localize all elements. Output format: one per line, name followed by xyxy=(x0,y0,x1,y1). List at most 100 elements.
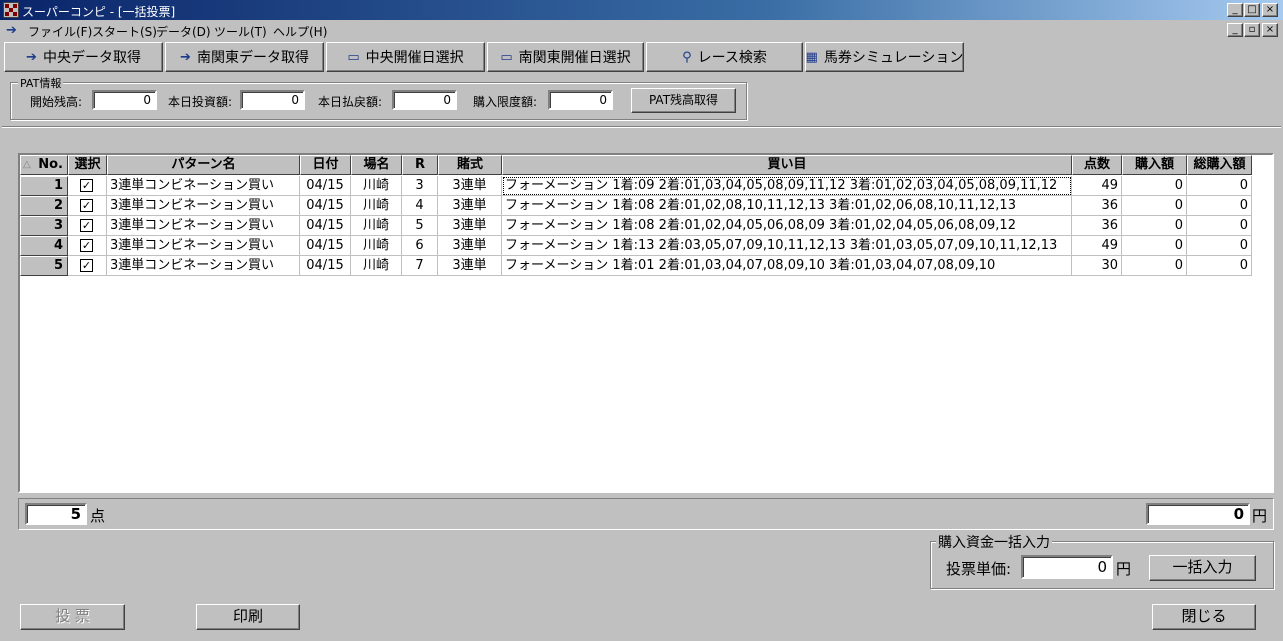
menu-start[interactable]: スタート(S) xyxy=(92,23,157,40)
vote-button[interactable]: 投 票 xyxy=(20,604,125,630)
points-cell[interactable]: 49 xyxy=(1072,236,1122,256)
venue-cell[interactable]: 川崎 xyxy=(351,176,402,196)
race-cell[interactable]: 7 xyxy=(402,256,438,276)
toolbar-minamikanto-date-button[interactable]: ▭ 南関東開催日選択 xyxy=(487,42,644,72)
select-checkbox[interactable]: ✓ xyxy=(80,259,93,272)
toolbar-simulation-button[interactable]: ▦ 馬券シミュレーション xyxy=(805,42,964,72)
row-number: 1 xyxy=(20,176,68,196)
col-header-select[interactable]: 選択 xyxy=(68,155,107,175)
date-cell[interactable]: 04/15 xyxy=(300,236,351,256)
select-cell: ✓ xyxy=(68,216,107,236)
col-header-pattern[interactable]: パターン名 xyxy=(107,155,300,175)
col-header-points[interactable]: 点数 xyxy=(1072,155,1122,175)
col-header-amount[interactable]: 購入額 xyxy=(1122,155,1187,175)
limit-field[interactable]: 0 xyxy=(548,90,613,110)
date-cell[interactable]: 04/15 xyxy=(300,216,351,236)
total-cell[interactable]: 0 xyxy=(1187,256,1252,276)
points-cell[interactable]: 49 xyxy=(1072,176,1122,196)
select-checkbox[interactable]: ✓ xyxy=(80,239,93,252)
close-window-button[interactable]: × xyxy=(1262,3,1278,17)
summary-panel xyxy=(18,498,1274,530)
select-cell: ✓ xyxy=(68,256,107,276)
col-header-date[interactable]: 日付 xyxy=(300,155,351,175)
bulk-apply-button[interactable]: 一括入力 xyxy=(1149,555,1256,581)
col-header-race[interactable]: R xyxy=(402,155,438,175)
pattern-cell[interactable]: 3連単コンビネーション買い xyxy=(107,216,300,236)
date-cell[interactable]: 04/15 xyxy=(300,196,351,216)
toolbar-central-data-button[interactable]: ➔ 中央データ取得 xyxy=(4,42,163,72)
total-cell[interactable]: 0 xyxy=(1187,176,1252,196)
total-cell[interactable]: 0 xyxy=(1187,196,1252,216)
race-cell[interactable]: 5 xyxy=(402,216,438,236)
total-field: 0 xyxy=(1146,503,1250,525)
amount-cell[interactable]: 0 xyxy=(1122,236,1187,256)
total-cell[interactable]: 0 xyxy=(1187,216,1252,236)
print-button[interactable]: 印刷 xyxy=(196,604,300,630)
col-header-total[interactable]: 総購入額 xyxy=(1187,155,1252,175)
bets-cell[interactable]: フォーメーション 1着:08 2着:01,02,04,05,06,08,09 3… xyxy=(502,216,1072,236)
toolbar-central-date-button[interactable]: ▭ 中央開催日選択 xyxy=(326,42,485,72)
points-cell[interactable]: 30 xyxy=(1072,256,1122,276)
bets-cell[interactable]: フォーメーション 1着:08 2着:01,02,08,10,11,12,13 3… xyxy=(502,196,1072,216)
venue-cell[interactable]: 川崎 xyxy=(351,196,402,216)
calendar-icon: ▭ xyxy=(347,49,360,65)
bets-cell[interactable]: フォーメーション 1着:13 2着:03,05,07,09,10,11,12,1… xyxy=(502,236,1072,256)
amount-cell[interactable]: 0 xyxy=(1122,256,1187,276)
amount-cell[interactable]: 0 xyxy=(1122,196,1187,216)
race-cell[interactable]: 6 xyxy=(402,236,438,256)
menu-file[interactable]: ファイル(F) xyxy=(28,23,92,40)
mdi-close-button[interactable]: × xyxy=(1262,23,1278,37)
menu-data[interactable]: データ(D) xyxy=(156,23,211,40)
unit-price-unit: 円 xyxy=(1116,560,1132,578)
select-checkbox[interactable]: ✓ xyxy=(80,219,93,232)
close-button[interactable]: 閉じる xyxy=(1152,604,1256,630)
race-cell[interactable]: 4 xyxy=(402,196,438,216)
points-cell[interactable]: 36 xyxy=(1072,196,1122,216)
pattern-cell[interactable]: 3連単コンビネーション買い xyxy=(107,176,300,196)
col-header-bets[interactable]: 買い目 xyxy=(502,155,1072,175)
mdi-minimize-button[interactable]: _ xyxy=(1227,23,1243,37)
date-cell[interactable]: 04/15 xyxy=(300,256,351,276)
type-cell[interactable]: 3連単 xyxy=(438,176,502,196)
today-bet-field[interactable]: 0 xyxy=(240,90,305,110)
row-number: 5 xyxy=(20,256,68,276)
mdi-restore-button[interactable]: ▫ xyxy=(1244,23,1260,37)
type-cell[interactable]: 3連単 xyxy=(438,196,502,216)
unit-price-field[interactable]: 0 xyxy=(1021,555,1113,579)
pat-balance-fetch-button[interactable]: PAT残高取得 xyxy=(631,88,736,113)
date-cell[interactable]: 04/15 xyxy=(300,176,351,196)
points-cell[interactable]: 36 xyxy=(1072,216,1122,236)
pat-info-legend: PAT情報 xyxy=(18,75,64,91)
col-header-no[interactable]: △ No. xyxy=(20,155,68,175)
toolbar-minamikanto-data-button[interactable]: ➔ 南関東データ取得 xyxy=(165,42,324,72)
select-checkbox[interactable]: ✓ xyxy=(80,199,93,212)
menu-help[interactable]: ヘルプ(H) xyxy=(273,23,327,40)
race-cell[interactable]: 3 xyxy=(402,176,438,196)
start-balance-field[interactable]: 0 xyxy=(92,90,157,110)
count-field: 5 xyxy=(25,503,87,525)
col-header-type[interactable]: 賭式 xyxy=(438,155,502,175)
maximize-button[interactable]: □ xyxy=(1244,3,1260,17)
today-refund-field[interactable]: 0 xyxy=(392,90,457,110)
amount-cell[interactable]: 0 xyxy=(1122,216,1187,236)
pattern-cell[interactable]: 3連単コンビネーション買い xyxy=(107,256,300,276)
minimize-button[interactable]: _ xyxy=(1227,3,1243,17)
venue-cell[interactable]: 川崎 xyxy=(351,256,402,276)
total-cell[interactable]: 0 xyxy=(1187,236,1252,256)
pattern-cell[interactable]: 3連単コンビネーション買い xyxy=(107,236,300,256)
title-bar: スーパーコンピ - [一括投票] _ □ × xyxy=(0,0,1283,20)
type-cell[interactable]: 3連単 xyxy=(438,216,502,236)
amount-cell[interactable]: 0 xyxy=(1122,176,1187,196)
type-cell[interactable]: 3連単 xyxy=(438,256,502,276)
bets-cell[interactable]: フォーメーション 1着:09 2着:01,03,04,05,08,09,11,1… xyxy=(502,176,1072,196)
col-header-venue[interactable]: 場名 xyxy=(351,155,402,175)
venue-cell[interactable]: 川崎 xyxy=(351,216,402,236)
venue-cell[interactable]: 川崎 xyxy=(351,236,402,256)
bets-cell[interactable]: フォーメーション 1着:01 2着:01,03,04,07,08,09,10 3… xyxy=(502,256,1072,276)
arrow-icon: ➔ xyxy=(26,49,37,65)
pattern-cell[interactable]: 3連単コンビネーション買い xyxy=(107,196,300,216)
select-checkbox[interactable]: ✓ xyxy=(80,179,93,192)
type-cell[interactable]: 3連単 xyxy=(438,236,502,256)
toolbar-race-search-button[interactable]: ⚲ レース検索 xyxy=(646,42,803,72)
menu-tools[interactable]: ツール(T) xyxy=(214,23,267,40)
